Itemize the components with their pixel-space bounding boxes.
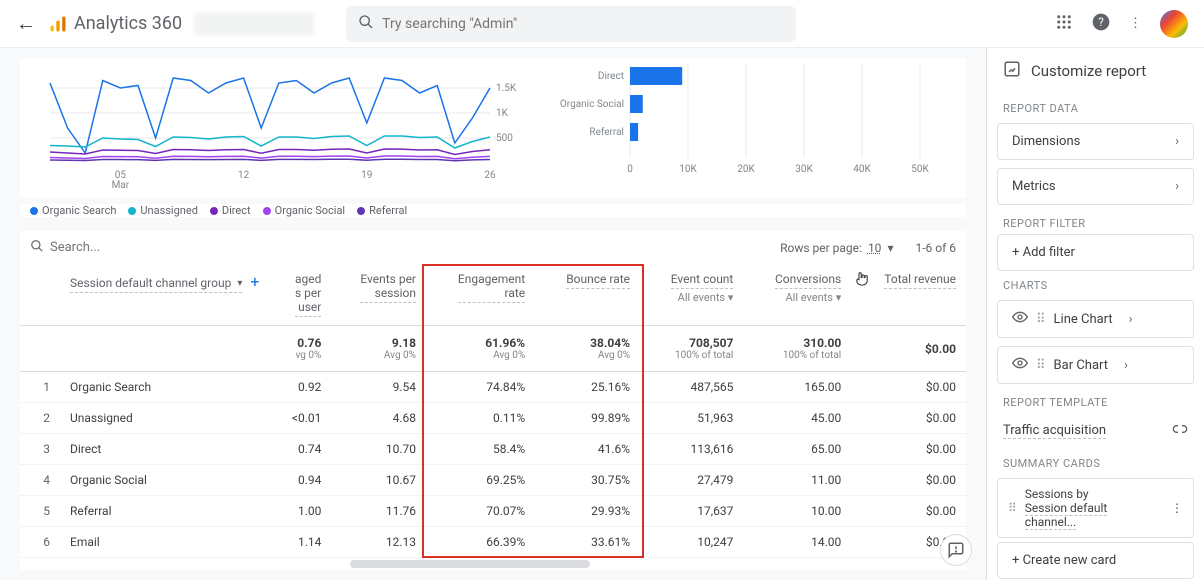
table-controls: Rows per page: 10 ▾ 1-6 of 6 [20,231,966,264]
table-row[interactable]: 5Referral1.0011.7670.07%29.93%17,63710.0… [20,496,966,527]
svg-text:40K: 40K [853,164,871,175]
customize-icon [1003,60,1021,82]
horizontal-scrollbar[interactable] [20,558,966,570]
chevron-right-icon: › [1124,358,1128,373]
data-table: Session default channel group ▾+ageds pe… [20,264,966,558]
report-area: 5001K1.5K05121926Mar 010K20K30K40K50KDir… [0,48,986,580]
unlink-icon[interactable] [1172,421,1188,441]
svg-text:Organic Social: Organic Social [560,99,624,110]
metric-header[interactable]: ageds peruser [269,264,331,326]
svg-text:26: 26 [484,170,496,181]
drag-handle-icon[interactable]: ⠿ [1008,501,1017,515]
svg-text:19: 19 [361,170,372,181]
rows-per-page-label: Rows per page: [780,241,862,255]
line-chart[interactable]: 5001K1.5K05121926Mar [30,58,530,188]
svg-text:0: 0 [627,164,633,175]
bar-chart[interactable]: 0 10K 20K 30K 40K 50K Direct Organic Social Refe… [550,58,956,188]
product-name: Analytics 360 [74,13,182,34]
section-charts: CHARTS [987,271,1204,296]
svg-text:Mar: Mar [112,180,130,188]
metric-header[interactable]: Event countAll events ▾ [640,264,743,326]
section-summary-cards: SUMMARY CARDS [987,449,1204,474]
ga-logo-icon [48,14,68,34]
svg-text:50K: 50K [911,164,929,175]
property-name-blurred [194,13,314,35]
table-row[interactable]: 3Direct0.7410.7058.4%41.6%113,61665.00$0… [20,434,966,465]
legend-item[interactable]: Unassigned [128,204,198,217]
dimensions-button[interactable]: Dimensions› [997,123,1194,160]
more-menu-icon[interactable]: ⋮ [1129,16,1142,31]
customize-panel: Customize report REPORT DATA Dimensions›… [986,48,1204,580]
global-search[interactable] [346,6,796,42]
product-logo: Analytics 360 [48,13,182,34]
metric-header[interactable]: Events persession [331,264,426,326]
visibility-icon[interactable] [1012,355,1028,375]
svg-text:Direct: Direct [598,71,624,82]
account-avatar[interactable] [1160,10,1188,38]
svg-text:30K: 30K [795,164,813,175]
metric-header[interactable]: ConversionsAll events ▾ [743,264,851,326]
legend-item[interactable]: Direct [210,204,251,217]
charts-row: 5001K1.5K05121926Mar 010K20K30K40K50KDir… [20,58,966,198]
section-report-data: REPORT DATA [987,94,1204,119]
svg-text:500: 500 [496,133,513,144]
table-row[interactable]: 6Email1.1412.1366.39%33.61%10,24714.00$0… [20,527,966,558]
svg-text:1K: 1K [496,108,509,119]
customize-title: Customize report [1031,62,1146,80]
add-dimension-button[interactable]: + [250,272,259,291]
visibility-icon[interactable] [1012,309,1028,329]
chart-option-bar[interactable]: ⠿ Bar Chart› [997,346,1194,384]
dimension-header[interactable]: Session default channel group ▾+ [60,264,269,326]
section-report-template: REPORT TEMPLATE [987,388,1204,413]
metric-header[interactable]: Bounce rate [535,264,640,326]
metric-header[interactable]: Engagementrate [426,264,535,326]
legend-item[interactable]: Organic Social [263,204,346,217]
card-more-icon[interactable]: ⋮ [1171,501,1183,515]
svg-text:1.5K: 1.5K [496,83,517,94]
apps-icon[interactable] [1055,13,1073,35]
template-name-row[interactable]: Traffic acquisition [987,413,1204,449]
section-report-filter: REPORT FILTER [987,209,1204,234]
svg-text:20K: 20K [737,164,755,175]
drag-handle-icon[interactable]: ⠿ [1036,358,1046,373]
top-bar: ← Analytics 360 ? ⋮ [0,0,1204,48]
back-button[interactable]: ← [16,11,36,36]
table-search-icon [30,239,44,256]
help-icon[interactable]: ? [1091,12,1111,36]
chevron-right-icon: › [1175,179,1179,194]
svg-text:12: 12 [238,170,250,181]
add-filter-button[interactable]: + Add filter [997,234,1194,271]
svg-text:Referral: Referral [589,126,624,138]
legend-item[interactable]: Organic Search [30,204,116,217]
table-row[interactable]: 4Organic Social0.9410.6769.25%30.75%27,4… [20,465,966,496]
global-search-input[interactable] [382,16,784,32]
table-row[interactable]: 2Unassigned<0.014.680.11%99.89%51,96345.… [20,403,966,434]
cursor-indicator [853,270,871,292]
create-card-button[interactable]: + Create new card [997,542,1194,579]
rows-per-page-value[interactable]: 10 [868,241,882,255]
svg-text:10K: 10K [679,164,697,175]
chevron-right-icon: › [1129,312,1133,327]
legend-item[interactable]: Referral [357,204,407,217]
rows-per-page-dropdown-icon[interactable]: ▾ [887,241,893,255]
drag-handle-icon[interactable]: ⠿ [1036,312,1046,327]
table-search-input[interactable] [50,240,250,255]
summary-card-item[interactable]: ⠿ Sessions bySession default channel... … [997,478,1194,538]
svg-text:?: ? [1098,15,1104,29]
line-chart-legend: Organic Search Unassigned Direct Organic So… [20,204,966,217]
feedback-button[interactable] [940,534,972,566]
chevron-right-icon: › [1175,134,1179,149]
chart-option-line[interactable]: ⠿ Line Chart› [997,300,1194,338]
search-icon [358,14,374,34]
metrics-button[interactable]: Metrics› [997,168,1194,205]
pagination-range: 1-6 of 6 [915,241,956,255]
table-row[interactable]: 1Organic Search0.929.5474.84%25.16%487,5… [20,372,966,403]
